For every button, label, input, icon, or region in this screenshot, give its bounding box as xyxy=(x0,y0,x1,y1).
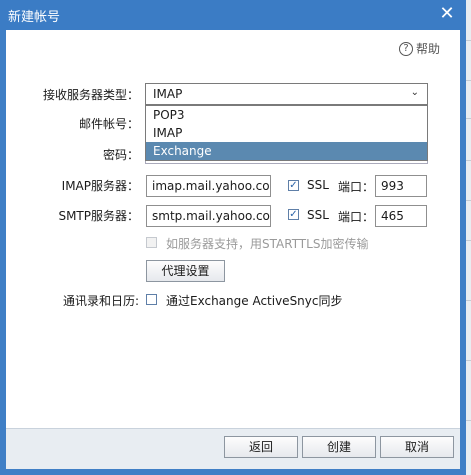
server-type-dropdown: POP3 IMAP Exchange xyxy=(145,105,428,161)
imap-ssl-label: SSL xyxy=(307,178,329,192)
password-label: 密码： xyxy=(102,148,139,162)
create-button[interactable]: 创建 xyxy=(302,436,376,458)
imap-port-value: 993 xyxy=(381,179,404,193)
back-button[interactable]: 返回 xyxy=(224,436,298,458)
smtp-port-label: 端口： xyxy=(338,210,375,224)
title-bar: 新建帐号 ✕ xyxy=(0,0,466,30)
help-label: 帮助 xyxy=(415,42,440,56)
server-type-select[interactable]: IMAP ⌄ xyxy=(145,83,428,105)
account-label: 邮件帐号： xyxy=(78,117,139,131)
new-account-dialog: 新建帐号 ✕ ? 帮助 接收服务器类型： 邮件帐号： 密码： IMAP ⌄ PO… xyxy=(0,0,466,475)
option-pop3[interactable]: POP3 xyxy=(146,106,427,124)
cancel-button[interactable]: 取消 xyxy=(380,436,454,458)
proxy-settings-button[interactable]: 代理设置 xyxy=(146,260,225,282)
close-icon[interactable]: ✕ xyxy=(438,4,456,24)
dialog-title: 新建帐号 xyxy=(8,10,61,25)
contacts-calendar-label: 通讯录和日历: xyxy=(62,294,139,308)
option-imap[interactable]: IMAP xyxy=(146,124,427,142)
smtp-port-value: 465 xyxy=(381,209,404,223)
dialog-footer: 返回 创建 取消 xyxy=(6,428,460,469)
help-link[interactable]: ? 帮助 xyxy=(398,40,440,57)
imap-server-label: IMAP服务器： xyxy=(61,179,139,193)
background-app-edge xyxy=(466,0,471,475)
imap-port-label: 端口： xyxy=(338,180,375,194)
starttls-label: 如服务器支持，用STARTTLS加密传输 xyxy=(166,237,369,251)
smtp-server-label: SMTP服务器： xyxy=(58,209,139,223)
server-type-value: IMAP xyxy=(153,87,183,101)
exchange-sync-checkbox[interactable] xyxy=(146,294,157,305)
imap-server-value: imap.mail.yahoo.com xyxy=(152,179,271,193)
imap-server-input[interactable]: imap.mail.yahoo.com xyxy=(146,175,271,197)
starttls-checkbox[interactable] xyxy=(146,237,157,248)
server-type-label: 接收服务器类型： xyxy=(42,88,139,102)
option-exchange[interactable]: Exchange xyxy=(146,142,427,160)
imap-port-input[interactable]: 993 xyxy=(375,175,427,197)
smtp-server-input[interactable]: smtp.mail.yahoo.com xyxy=(146,205,271,227)
chevron-down-icon: ⌄ xyxy=(410,87,419,98)
exchange-sync-label: 通过Exchange ActiveSnyc同步 xyxy=(166,294,343,308)
smtp-server-value: smtp.mail.yahoo.com xyxy=(152,209,271,223)
question-circle-icon: ? xyxy=(398,41,413,56)
smtp-ssl-label: SSL xyxy=(307,208,329,222)
smtp-ssl-checkbox[interactable]: ✓ xyxy=(288,209,299,220)
imap-ssl-checkbox[interactable]: ✓ xyxy=(288,180,299,191)
smtp-port-input[interactable]: 465 xyxy=(375,205,427,227)
dialog-body: ? 帮助 接收服务器类型： 邮件帐号： 密码： IMAP ⌄ POP3 IMAP… xyxy=(6,30,460,428)
